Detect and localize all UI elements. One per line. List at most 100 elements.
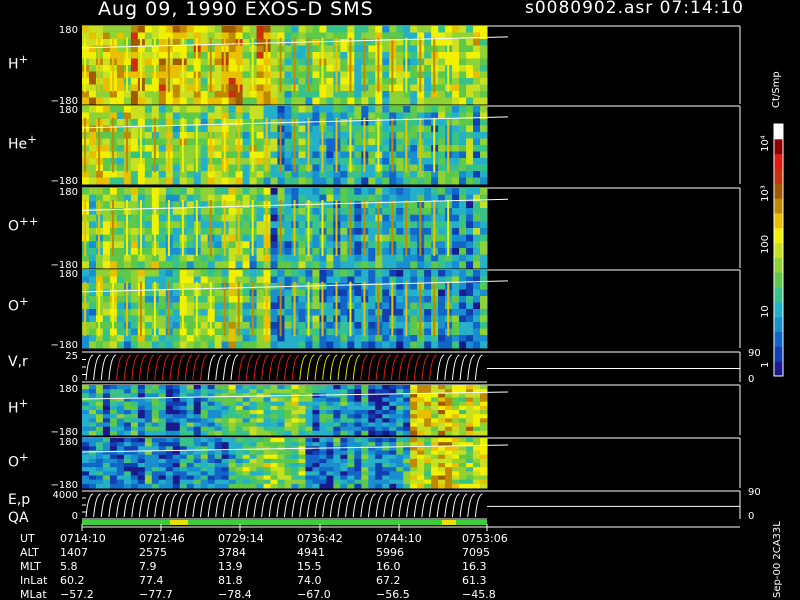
spectrogram-cell	[480, 125, 488, 133]
spectrogram-cell	[375, 479, 383, 485]
spectrogram-cell	[403, 467, 411, 472]
spectrogram-cell	[319, 393, 327, 398]
spectrogram-cell	[158, 283, 167, 290]
spin-stripe	[237, 117, 240, 173]
spectrogram-cell	[326, 254, 334, 262]
spectrogram-cell	[270, 91, 279, 98]
spectrogram-cell	[172, 132, 181, 139]
spectrogram-cell	[228, 106, 237, 113]
spin-stripe	[363, 117, 366, 173]
spectrogram-cell	[354, 228, 362, 236]
spectrogram-cell	[256, 106, 265, 113]
spectrogram-cell	[228, 214, 237, 222]
spectrogram-cell	[466, 228, 474, 236]
sweep-mark	[192, 354, 201, 381]
spectrogram-cell	[326, 393, 334, 398]
spectrogram-cell	[270, 254, 279, 262]
spectrogram-cell	[284, 26, 292, 33]
spectrogram-cell	[228, 467, 237, 472]
spectrogram-cell	[207, 426, 216, 432]
spectrogram-cell	[228, 65, 237, 72]
spectrogram-cell	[172, 112, 181, 120]
sweep-mark	[200, 493, 208, 518]
spectrogram-cell	[193, 106, 202, 113]
spectrogram-cell	[480, 302, 488, 310]
spectrogram-cell	[102, 145, 111, 152]
spectrogram-cell	[480, 158, 488, 165]
spectrogram-cell	[459, 65, 467, 72]
spectrogram-cell	[221, 422, 230, 428]
spectrogram-cell	[410, 84, 418, 92]
spectrogram-cell	[172, 32, 181, 40]
spectrogram-cell	[403, 97, 411, 105]
spectrogram-cell	[361, 475, 369, 481]
spectrogram-cell	[340, 328, 348, 336]
spectrogram-cell	[102, 26, 111, 33]
spectrogram-cell	[270, 289, 279, 297]
spin-stripe	[251, 281, 254, 337]
spectrogram-cell	[242, 151, 251, 159]
spectrogram-cell	[102, 296, 111, 303]
spectrogram-cell	[144, 145, 153, 152]
spectrogram-cell	[284, 410, 292, 415]
spectrogram-cell	[466, 296, 474, 303]
spectrogram-cell	[235, 463, 244, 468]
spectrogram-cell	[396, 208, 404, 216]
spectrogram-cell	[207, 177, 216, 185]
spectrogram-cell	[242, 65, 251, 72]
spectrogram-cell	[235, 270, 244, 277]
spectrogram-cell	[354, 458, 362, 464]
spectrogram-cell	[375, 450, 383, 456]
spectrogram-cell	[200, 208, 209, 216]
spectrogram-cell	[312, 410, 320, 415]
spectrogram-cell	[249, 426, 258, 432]
spectrogram-cell	[466, 145, 474, 152]
spectrogram-cell	[270, 458, 279, 464]
spectrogram-cell	[151, 414, 160, 419]
spectrogram-cell	[438, 97, 446, 105]
spectrogram-cell	[403, 188, 411, 196]
spectrogram-cell	[130, 241, 139, 249]
spectrogram-cell	[368, 467, 376, 472]
spectrogram-cell	[165, 426, 174, 432]
spectrogram-cell	[172, 401, 181, 407]
spectrogram-cell	[277, 454, 285, 460]
colorbar-tick-100: 100	[760, 234, 771, 254]
spectrogram-cell	[186, 58, 195, 66]
spectrogram-cell	[235, 438, 244, 443]
sweep-mark	[108, 354, 117, 381]
spectrogram-cell	[382, 125, 390, 133]
spectrogram-cell	[410, 341, 418, 349]
spectrogram-cell	[375, 442, 383, 447]
spectrogram-cell	[158, 276, 167, 284]
spectrogram-cell	[172, 442, 181, 447]
spectrogram-cell	[116, 405, 125, 411]
spectrogram-cell	[480, 248, 488, 256]
spectrogram-cell	[389, 410, 397, 415]
spectrogram-cell	[186, 106, 195, 113]
spectrogram-cell	[116, 132, 125, 139]
spectrogram-cell	[340, 385, 348, 390]
footer-cell: 7095	[462, 546, 490, 559]
spectrogram-cell	[172, 414, 181, 419]
spectrogram-cell	[368, 309, 376, 316]
spectrogram-cell	[277, 401, 285, 407]
spectrogram-cell	[452, 430, 460, 436]
spectrogram-cell	[200, 276, 209, 284]
spectrogram-cell	[375, 26, 383, 33]
spectrogram-cell	[214, 194, 223, 202]
spectrogram-cell	[123, 430, 132, 436]
spectrogram-cell	[403, 341, 411, 349]
spectrogram-cell	[242, 32, 251, 40]
spectrogram-cell	[438, 479, 446, 485]
spectrogram-cell	[375, 467, 383, 472]
spectrogram-cell	[144, 322, 153, 329]
sweep-mark	[444, 493, 453, 518]
spectrogram-cell	[137, 405, 146, 411]
spectrogram-cell	[298, 389, 306, 394]
spectrogram-cell	[466, 418, 474, 423]
spectrogram-cell	[130, 71, 139, 79]
spectrogram-cell	[389, 414, 397, 419]
spin-stripe	[307, 200, 310, 256]
spectrogram-cell	[340, 71, 348, 79]
